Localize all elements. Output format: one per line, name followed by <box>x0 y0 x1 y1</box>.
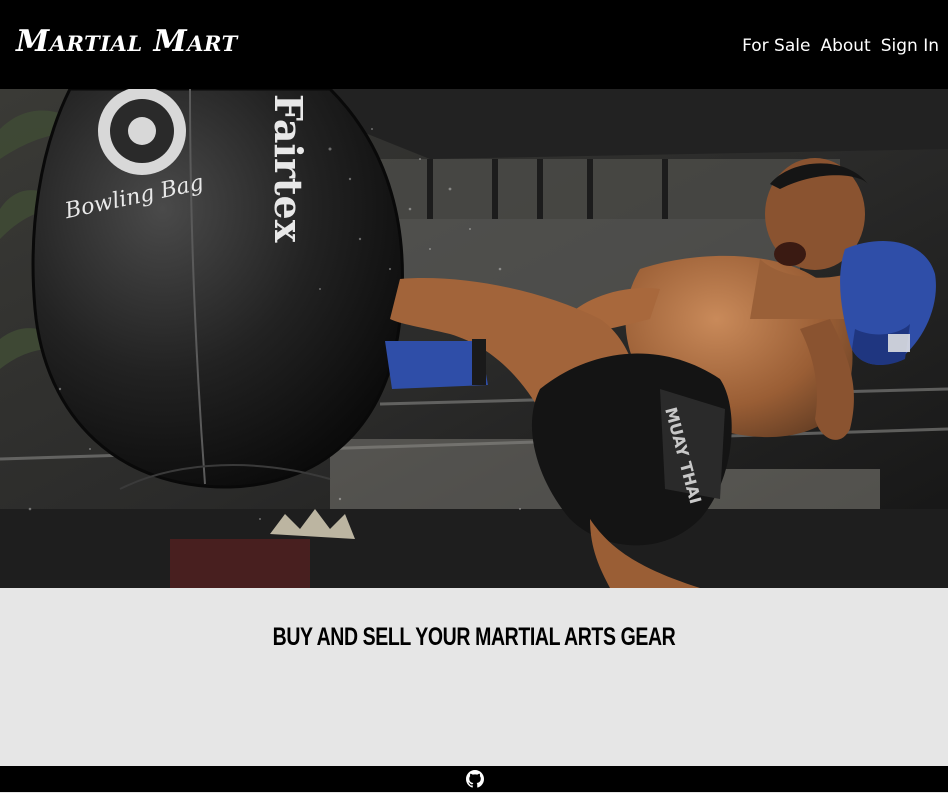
github-icon[interactable] <box>466 770 484 788</box>
navbar: Martial Mart For Sale About Sign In <box>0 0 948 89</box>
nav-link-sign-in[interactable]: Sign In <box>881 34 939 58</box>
nav-link-for-sale[interactable]: For Sale <box>742 34 810 58</box>
bag-brand-vertical: Fairtex <box>266 94 311 243</box>
nav-links: For Sale About Sign In <box>742 34 939 58</box>
main-content: Buy and Sell Your Martial Arts Gear <box>0 588 948 766</box>
footer <box>0 766 948 792</box>
hero-image: Bowling Bag Fairtex MUAY THAI <box>0 89 948 588</box>
brand-logo[interactable]: Martial Mart <box>16 26 238 58</box>
page-tagline: Buy and Sell Your Martial Arts Gear <box>272 623 676 651</box>
hero-illustration: Bowling Bag Fairtex MUAY THAI <box>0 89 948 588</box>
nav-link-about[interactable]: About <box>820 34 870 58</box>
